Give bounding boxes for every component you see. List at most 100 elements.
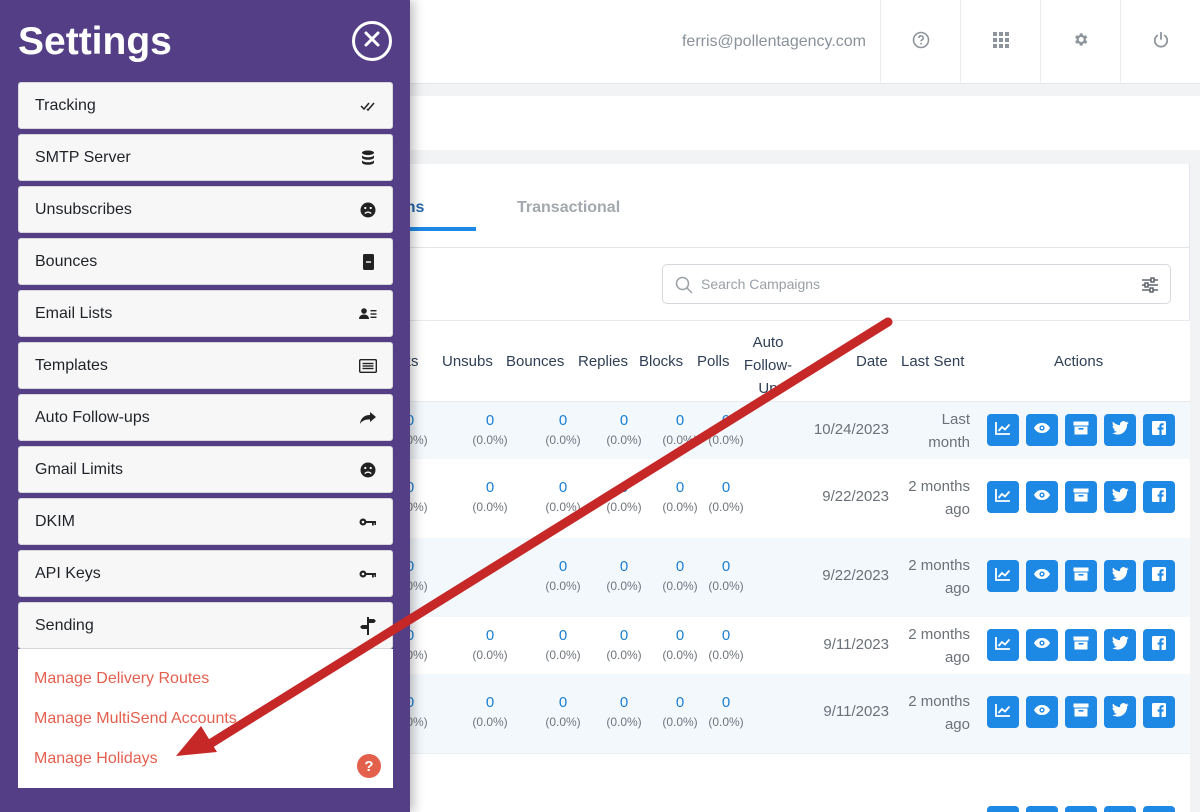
view-button[interactable] <box>1026 560 1058 592</box>
last-sent-cell: 2 months ago <box>908 693 970 733</box>
apps-button[interactable] <box>960 0 1040 84</box>
stats-button[interactable] <box>987 629 1019 661</box>
menu-item-smtp-server[interactable]: SMTP Server <box>18 134 393 181</box>
unsubs-cell: 0 (0.0%) <box>472 412 508 447</box>
replies-cell: 0 (0.0%) <box>606 412 642 447</box>
header-date[interactable]: Date <box>856 353 888 370</box>
stats-button[interactable] <box>987 560 1019 592</box>
header-replies[interactable]: Replies <box>578 353 628 370</box>
stats-button[interactable] <box>987 696 1019 728</box>
facebook-share-button[interactable] <box>1143 414 1175 446</box>
menu-item-api-keys[interactable]: API Keys <box>18 550 393 597</box>
archive-icon <box>1073 488 1089 507</box>
facebook-share-button[interactable] <box>1143 560 1175 592</box>
facebook-share-button[interactable] <box>1143 696 1175 728</box>
archive-icon <box>1073 703 1089 722</box>
menu-item-tracking[interactable]: Tracking <box>18 82 393 129</box>
twitter-share-button[interactable] <box>1104 696 1136 728</box>
menu-item-auto-follow-ups[interactable]: Auto Follow-ups <box>18 394 393 441</box>
date-cell: 9/22/2023 <box>822 567 889 584</box>
twitter-icon <box>1111 635 1129 655</box>
view-button[interactable] <box>1026 414 1058 446</box>
facebook-share-button[interactable] <box>1143 481 1175 513</box>
row-actions <box>987 629 1175 661</box>
settings-button[interactable] <box>1040 0 1120 84</box>
last-sent-cell: 2 months ago <box>908 478 970 518</box>
header-actions: Actions <box>1054 353 1104 370</box>
facebook-icon <box>1152 702 1166 722</box>
settings-drawer: Settings Tracking SMTP Server Unsubscrib… <box>0 0 410 812</box>
gear-icon <box>1072 31 1089 53</box>
menu-item-unsubscribes[interactable]: Unsubscribes <box>18 186 393 233</box>
database-icon <box>359 149 377 167</box>
mobile-icon <box>359 253 377 271</box>
menu-item-sending[interactable]: Sending <box>18 602 393 649</box>
frown-icon <box>359 461 377 479</box>
eye-icon <box>1033 421 1051 439</box>
tab-transactional[interactable]: Transactional <box>517 199 620 217</box>
filter-sliders-icon[interactable] <box>1141 276 1159 299</box>
top-icons <box>880 0 1200 84</box>
archive-button[interactable] <box>1065 481 1097 513</box>
archive-button[interactable] <box>1065 629 1097 661</box>
polls-cell: 0 (0.0%) <box>708 479 744 514</box>
manage-delivery-routes-link[interactable]: Manage Delivery Routes <box>34 670 209 688</box>
facebook-share-button[interactable] <box>1143 806 1175 812</box>
archive-button[interactable] <box>1065 806 1097 812</box>
manage-holidays-link[interactable]: Manage Holidays <box>34 750 158 768</box>
close-settings-button[interactable] <box>352 21 392 61</box>
row-actions <box>987 560 1175 592</box>
manage-multisend-accounts-link[interactable]: Manage MultiSend Accounts <box>34 710 237 728</box>
twitter-share-button[interactable] <box>1104 414 1136 446</box>
menu-item-email-lists[interactable]: Email Lists <box>18 290 393 337</box>
search-input[interactable] <box>701 273 1121 295</box>
stats-button[interactable] <box>987 414 1019 446</box>
help-badge[interactable]: ? <box>357 754 381 778</box>
share-icon <box>359 409 377 427</box>
sending-submenu: Manage Delivery Routes Manage MultiSend … <box>18 649 393 788</box>
signpost-icon <box>359 617 377 635</box>
facebook-share-button[interactable] <box>1143 629 1175 661</box>
eye-icon <box>1033 636 1051 654</box>
eye-icon <box>1033 488 1051 506</box>
stats-button[interactable] <box>987 806 1019 812</box>
stats-chart-icon <box>995 703 1011 722</box>
header-blocks[interactable]: Blocks <box>639 353 683 370</box>
close-icon <box>364 31 380 52</box>
header-bounces[interactable]: Bounces <box>506 353 564 370</box>
header-last-sent[interactable]: Last Sent <box>901 353 964 370</box>
bounces-cell: 0 (0.0%) <box>545 479 581 514</box>
header-auto-follow-up[interactable]: Auto Follow- Up <box>736 331 800 400</box>
help-circle-icon <box>912 31 930 54</box>
archive-icon <box>1073 567 1089 586</box>
twitter-share-button[interactable] <box>1104 481 1136 513</box>
key-icon <box>359 565 377 583</box>
view-button[interactable] <box>1026 481 1058 513</box>
archive-button[interactable] <box>1065 560 1097 592</box>
view-button[interactable] <box>1026 629 1058 661</box>
logout-button[interactable] <box>1120 0 1200 84</box>
header-polls[interactable]: Polls <box>697 353 730 370</box>
polls-cell: 0 (0.0%) <box>708 558 744 593</box>
menu-item-gmail-limits[interactable]: Gmail Limits <box>18 446 393 493</box>
stats-button[interactable] <box>987 481 1019 513</box>
replies-cell: 0 (0.0%) <box>606 694 642 729</box>
facebook-icon <box>1152 635 1166 655</box>
twitter-share-button[interactable] <box>1104 806 1136 812</box>
twitter-share-button[interactable] <box>1104 560 1136 592</box>
view-button[interactable] <box>1026 696 1058 728</box>
user-email[interactable]: ferris@pollentagency.com <box>682 33 866 51</box>
archive-button[interactable] <box>1065 696 1097 728</box>
archive-button[interactable] <box>1065 414 1097 446</box>
menu-item-bounces[interactable]: Bounces <box>18 238 393 285</box>
menu-item-dkim[interactable]: DKIM <box>18 498 393 545</box>
twitter-share-button[interactable] <box>1104 629 1136 661</box>
header-unsubs[interactable]: Unsubs <box>442 353 493 370</box>
key-icon <box>359 513 377 531</box>
view-button[interactable] <box>1026 806 1058 812</box>
menu-item-templates[interactable]: Templates <box>18 342 393 389</box>
address-card-icon <box>359 305 377 323</box>
unsubs-cell: 0 (0.0%) <box>472 627 508 662</box>
eye-icon <box>1033 703 1051 721</box>
help-button[interactable] <box>880 0 960 84</box>
